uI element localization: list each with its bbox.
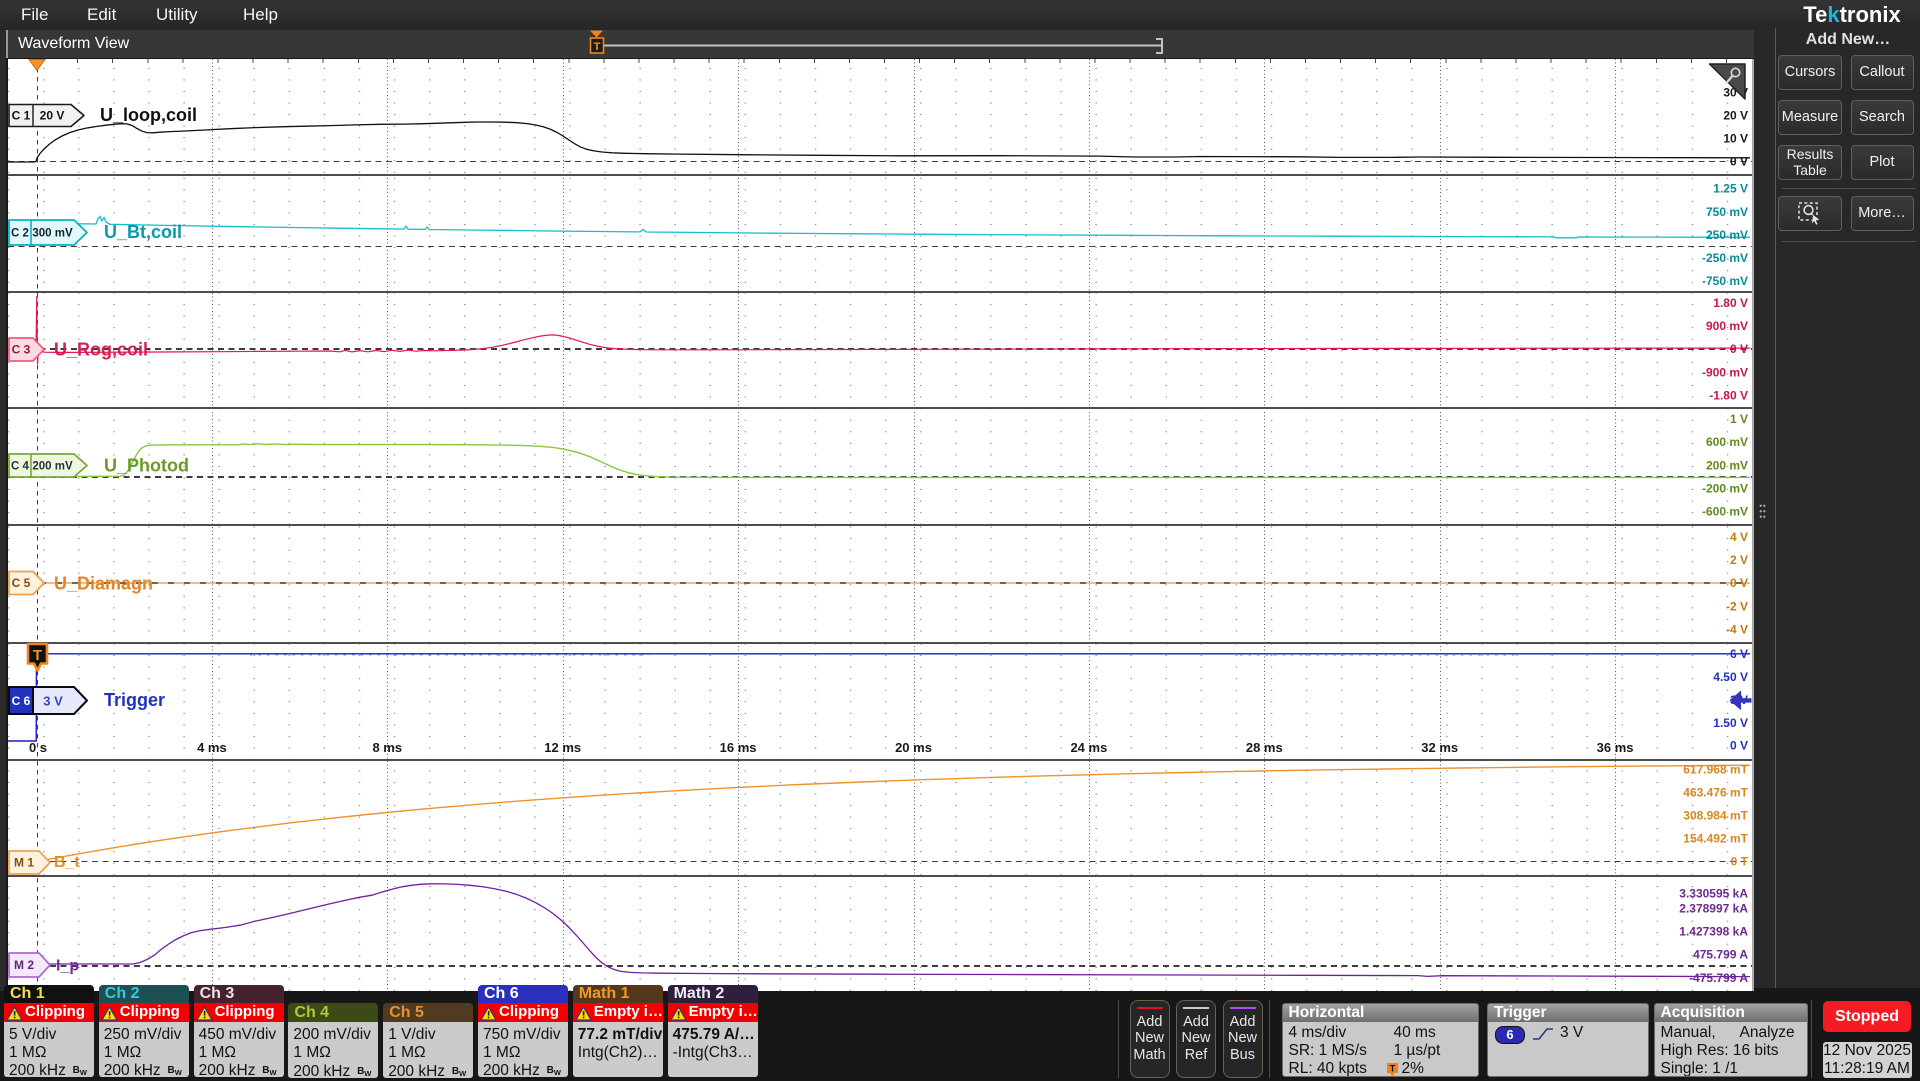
- svg-text:0 V: 0 V: [1730, 155, 1748, 169]
- svg-text:300 mV: 300 mV: [32, 228, 73, 240]
- svg-text:200 mV: 200 mV: [32, 461, 73, 473]
- svg-text:1.50 V: 1.50 V: [1713, 716, 1748, 730]
- svg-text:250 mV: 250 mV: [1706, 228, 1748, 242]
- svg-text:I_p: I_p: [56, 958, 79, 975]
- svg-text:-4 V: -4 V: [1726, 622, 1748, 636]
- svg-text:32 ms: 32 ms: [1421, 740, 1458, 755]
- svg-text:-750 mV: -750 mV: [1702, 274, 1748, 288]
- svg-text:U_loop,coil: U_loop,coil: [100, 105, 197, 125]
- svg-text:617.968 mT: 617.968 mT: [1683, 762, 1748, 776]
- svg-text:0 V: 0 V: [1730, 739, 1748, 753]
- svg-text:1 V: 1 V: [1730, 412, 1748, 426]
- svg-text:20 ms: 20 ms: [895, 740, 932, 755]
- svg-text:C 5: C 5: [12, 576, 31, 590]
- svg-text:-200 mV: -200 mV: [1702, 481, 1748, 495]
- svg-text:U_Diamagn: U_Diamagn: [54, 574, 153, 594]
- svg-text:C 1: C 1: [12, 109, 31, 123]
- svg-text:16 ms: 16 ms: [720, 740, 757, 755]
- svg-text:308.984 mT: 308.984 mT: [1683, 809, 1748, 823]
- svg-text:0 V: 0 V: [1730, 342, 1748, 356]
- svg-text:C 2: C 2: [11, 228, 29, 240]
- svg-text:C 4: C 4: [11, 461, 30, 473]
- svg-text:4 V: 4 V: [1730, 530, 1748, 544]
- svg-text:4 ms: 4 ms: [197, 740, 227, 755]
- svg-text:1.25 V: 1.25 V: [1713, 182, 1748, 196]
- svg-text:-600 mV: -600 mV: [1702, 505, 1748, 519]
- svg-text:T: T: [1389, 1063, 1395, 1073]
- svg-text:475.799 A: 475.799 A: [1693, 948, 1748, 962]
- svg-text:0 s: 0 s: [29, 740, 47, 755]
- svg-text:3.330595 kA: 3.330595 kA: [1679, 887, 1748, 901]
- svg-text:900 mV: 900 mV: [1706, 319, 1748, 333]
- svg-text:M 1: M 1: [14, 856, 34, 870]
- svg-text:20 V: 20 V: [1723, 109, 1748, 123]
- svg-text:B_t: B_t: [54, 854, 80, 871]
- svg-text:6 V: 6 V: [1730, 647, 1748, 661]
- svg-text:10 V: 10 V: [1723, 132, 1748, 146]
- svg-text:-900 mV: -900 mV: [1702, 365, 1748, 379]
- svg-text:200 mV: 200 mV: [1706, 458, 1748, 472]
- svg-text:36 ms: 36 ms: [1597, 740, 1634, 755]
- svg-text:4.50 V: 4.50 V: [1713, 670, 1748, 684]
- svg-text:24 ms: 24 ms: [1070, 740, 1107, 755]
- svg-text:C 3: C 3: [12, 343, 31, 357]
- svg-text:U_Photod: U_Photod: [104, 456, 189, 476]
- svg-text:12 ms: 12 ms: [544, 740, 581, 755]
- svg-text:Trigger: Trigger: [104, 690, 165, 710]
- svg-text:0 V: 0 V: [1730, 576, 1748, 590]
- svg-text:154.492 mT: 154.492 mT: [1683, 832, 1748, 846]
- svg-text:2.378997 kA: 2.378997 kA: [1679, 902, 1748, 916]
- svg-text:-250 mV: -250 mV: [1702, 251, 1748, 265]
- svg-text:8 ms: 8 ms: [372, 740, 402, 755]
- svg-text:28 ms: 28 ms: [1246, 740, 1283, 755]
- svg-text:U_Rog,coil: U_Rog,coil: [54, 340, 148, 360]
- svg-text:20 V: 20 V: [40, 109, 65, 123]
- svg-text:C 6: C 6: [12, 694, 31, 708]
- svg-text:U_Bt,coil: U_Bt,coil: [104, 222, 182, 242]
- svg-text:600 mV: 600 mV: [1706, 435, 1748, 449]
- svg-text:-475.799 A: -475.799 A: [1689, 971, 1748, 985]
- svg-text:1.427398 kA: 1.427398 kA: [1679, 925, 1748, 939]
- svg-text:3 V: 3 V: [43, 694, 63, 709]
- svg-text:-2 V: -2 V: [1726, 599, 1748, 613]
- svg-text:-1.80 V: -1.80 V: [1709, 388, 1748, 402]
- svg-text:2 V: 2 V: [1730, 553, 1748, 567]
- svg-text:750 mV: 750 mV: [1706, 205, 1748, 219]
- svg-text:463.476 mT: 463.476 mT: [1683, 785, 1748, 799]
- svg-text:1.80 V: 1.80 V: [1713, 296, 1748, 310]
- svg-text:0 T: 0 T: [1731, 855, 1749, 869]
- svg-text:M 2: M 2: [14, 958, 34, 972]
- svg-text:T: T: [33, 647, 42, 664]
